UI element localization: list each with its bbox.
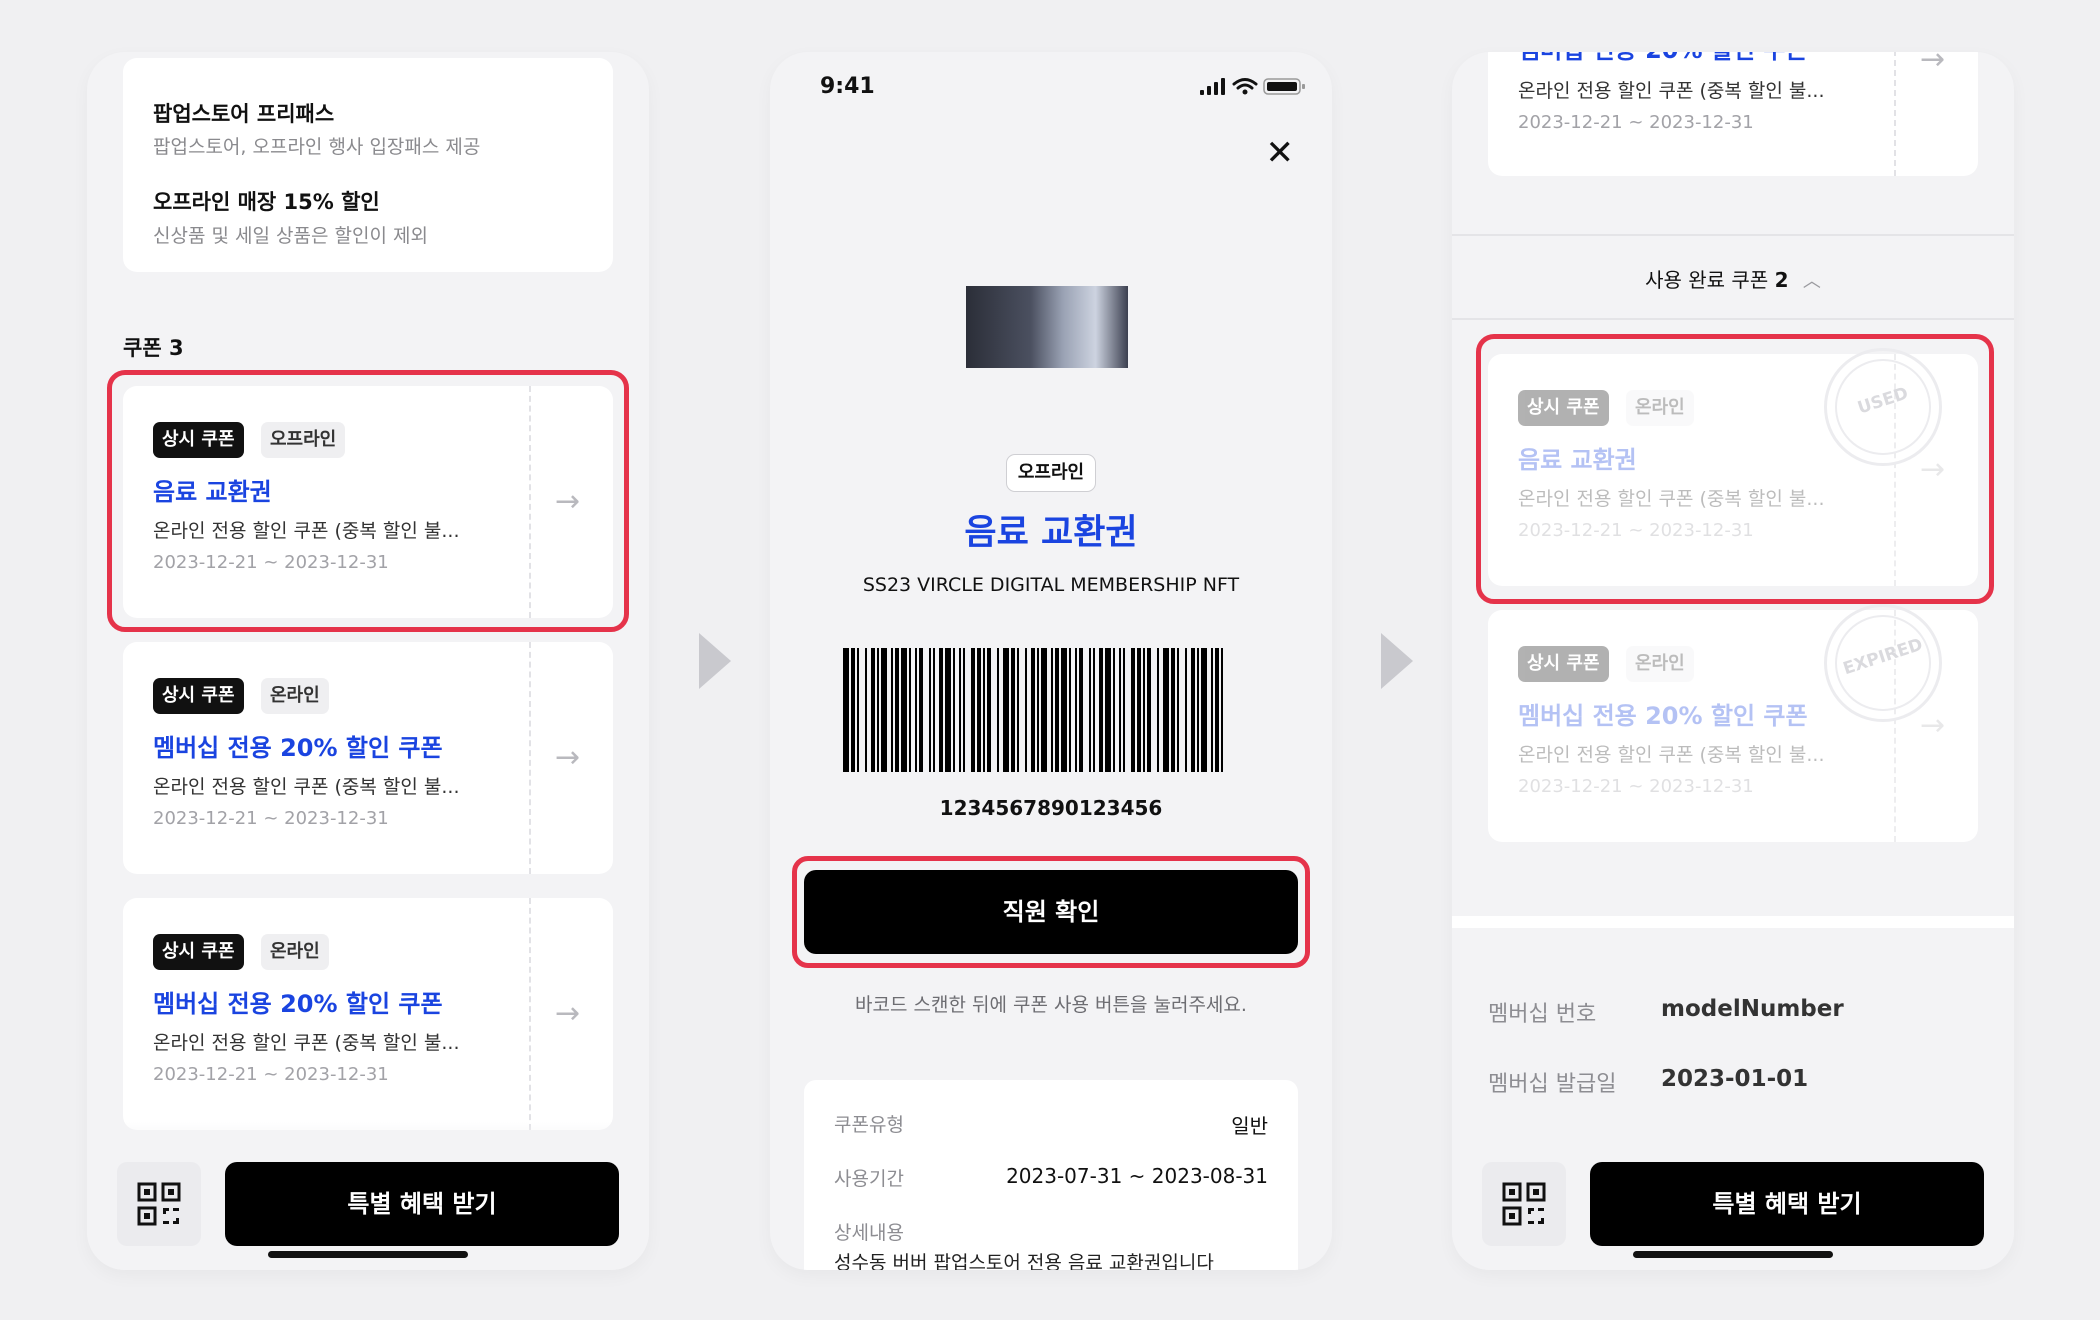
highlight-box (792, 856, 1310, 968)
dashed-divider (529, 898, 531, 1130)
coupon-title: 멤버십 전용 20% 할인 쿠폰 (1518, 52, 1808, 65)
bottom-action-bar: 특별 혜택 받기 (1452, 1122, 2014, 1270)
channel-chip: 오프라인 (1006, 454, 1096, 492)
barcode-image (843, 648, 1223, 772)
coupon-card[interactable]: 멤버십 전용 20% 할인 쿠폰 온라인 전용 할인 쿠폰 (중복 할인 불..… (1488, 52, 1978, 176)
expired-coupon-card[interactable]: 상시 쿠폰 온라인 멤버십 전용 20% 할인 쿠폰 온라인 전용 할인 쿠폰 … (1488, 604, 1978, 842)
badge-channel: 온라인 (261, 678, 329, 714)
membership-number-value: modelNumber (1661, 996, 1844, 1022)
coupon-date: 2023-12-21 ~ 2023-12-31 (153, 1064, 389, 1085)
arrow-right-icon[interactable]: → (555, 740, 580, 775)
coupon-desc: 온라인 전용 할인 쿠폰 (중복 할인 불... (153, 1032, 460, 1054)
highlight-box (1476, 334, 1994, 604)
special-benefit-button[interactable]: 특별 혜택 받기 (1590, 1162, 1984, 1246)
coupon-title: 멤버십 전용 20% 할인 쿠폰 (153, 734, 443, 762)
dashed-divider (1894, 52, 1896, 176)
signal-icon (1200, 78, 1225, 95)
info-value: 일반 (1231, 1114, 1268, 1138)
section-divider (1452, 916, 2014, 928)
next-step-arrow-icon (1381, 633, 1413, 689)
barcode-number: 1234567890123456 (939, 796, 1163, 820)
next-step-arrow-icon (699, 633, 731, 689)
wifi-icon (1232, 78, 1258, 90)
info-value: 2023-07-31 ~ 2023-08-31 (1006, 1164, 1268, 1188)
special-benefit-button[interactable]: 특별 혜택 받기 (225, 1162, 619, 1246)
coupon-title: 음료 교환권 (964, 513, 1138, 553)
coupon-title: 멤버십 전용 20% 할인 쿠폰 (1518, 702, 1808, 730)
coupon-date: 2023-12-21 ~ 2023-12-31 (1518, 112, 1754, 133)
bottom-action-bar: 특별 혜택 받기 (87, 1122, 649, 1270)
membership-issue-date-label: 멤버십 발급일 (1488, 1072, 1617, 1097)
info-label: 쿠폰유형 (834, 1114, 904, 1136)
used-coupons-toggle[interactable]: 사용 완료 쿠폰 2 ︿ (1452, 264, 2014, 293)
coupon-card[interactable]: 상시 쿠폰 온라인 멤버십 전용 20% 할인 쿠폰 온라인 전용 할인 쿠폰 … (123, 898, 613, 1130)
chevron-up-icon: ︿ (1802, 271, 1821, 292)
arrow-right-icon[interactable]: → (555, 996, 580, 1031)
highlight-box (107, 370, 629, 632)
divider (1452, 318, 2014, 320)
coupon-desc: 온라인 전용 할인 쿠폰 (중복 할인 불... (153, 776, 460, 798)
divider (1452, 234, 2014, 236)
membership-number-label: 멤버십 번호 (1488, 1002, 1597, 1027)
stamp-text: EXPIRED (1840, 634, 1926, 680)
screen-coupon-detail: 9:41 ✕ 오프라인 음료 교환권 SS23 VIRCLE DIGITAL M… (770, 52, 1332, 1270)
membership-issue-date-value: 2023-01-01 (1661, 1066, 1809, 1092)
coupon-date: 2023-12-21 ~ 2023-12-31 (153, 808, 389, 829)
badge-channel: 온라인 (261, 934, 329, 970)
info-label: 사용기간 (834, 1168, 904, 1190)
coupon-section-label: 쿠폰 3 (123, 336, 184, 360)
benefit-desc: 신상품 및 세일 상품은 할인이 제외 (153, 225, 428, 247)
qr-code-icon (1502, 1182, 1546, 1226)
home-indicator (1633, 1251, 1833, 1258)
coupon-card[interactable]: 상시 쿠폰 온라인 멤버십 전용 20% 할인 쿠폰 온라인 전용 할인 쿠폰 … (123, 642, 613, 874)
used-toggle-label: 사용 완료 쿠폰 (1645, 268, 1769, 292)
battery-icon (1263, 78, 1305, 95)
expired-stamp: EXPIRED (1824, 604, 1942, 722)
dashed-divider (529, 642, 531, 874)
screen-used-coupons: 멤버십 전용 20% 할인 쿠폰 온라인 전용 할인 쿠폰 (중복 할인 불..… (1452, 52, 2014, 1270)
info-row-type: 쿠폰유형 일반 (834, 1110, 1268, 1138)
qr-button[interactable] (117, 1162, 201, 1246)
coupon-info-card: 쿠폰유형 일반 사용기간 2023-07-31 ~ 2023-08-31 상세내… (804, 1080, 1298, 1270)
coupon-date: 2023-12-21 ~ 2023-12-31 (1518, 776, 1754, 797)
nft-thumbnail (966, 286, 1128, 368)
arrow-right-icon[interactable]: → (1920, 708, 1945, 743)
scan-hint: 바코드 스캔한 뒤에 쿠폰 사용 버튼을 눌러주세요. (855, 994, 1247, 1016)
benefit-desc: 팝업스토어, 오프라인 행사 입장패스 제공 (153, 136, 481, 158)
info-value: 성수동 버버 팝업스토어 전용 음료 교환권입니다 (834, 1252, 1214, 1270)
qr-code-icon (137, 1182, 181, 1226)
status-time: 9:41 (820, 74, 875, 99)
membership-name: SS23 VIRCLE DIGITAL MEMBERSHIP NFT (862, 574, 1240, 596)
coupon-desc: 온라인 전용 할인 쿠폰 (중복 할인 불... (1518, 80, 1825, 102)
home-indicator (268, 1251, 468, 1258)
info-row-period: 사용기간 2023-07-31 ~ 2023-08-31 (834, 1164, 1268, 1191)
used-toggle-count: 2 (1774, 268, 1789, 292)
badge-channel: 온라인 (1626, 646, 1694, 682)
benefit-title: 팝업스토어 프리패스 (153, 102, 335, 126)
badge-always: 상시 쿠폰 (1518, 646, 1609, 682)
status-icons (1200, 78, 1305, 95)
benefits-card: 팝업스토어 프리패스 팝업스토어, 오프라인 행사 입장패스 제공 오프라인 매… (123, 58, 613, 272)
screen-coupon-list: 팝업스토어 프리패스 팝업스토어, 오프라인 행사 입장패스 제공 오프라인 매… (87, 52, 649, 1270)
qr-button[interactable] (1482, 1162, 1566, 1246)
benefit-title: 오프라인 매장 15% 할인 (153, 190, 380, 214)
info-label: 상세내용 (834, 1222, 904, 1244)
info-row-detail: 상세내용 성수동 버버 팝업스토어 전용 음료 교환권입니다 (834, 1218, 1268, 1270)
coupon-title: 멤버십 전용 20% 할인 쿠폰 (153, 990, 443, 1018)
close-icon[interactable]: ✕ (1266, 136, 1295, 170)
arrow-right-icon[interactable]: → (1920, 52, 1945, 77)
badge-always: 상시 쿠폰 (153, 678, 244, 714)
coupon-desc: 온라인 전용 할인 쿠폰 (중복 할인 불... (1518, 744, 1825, 766)
badge-always: 상시 쿠폰 (153, 934, 244, 970)
